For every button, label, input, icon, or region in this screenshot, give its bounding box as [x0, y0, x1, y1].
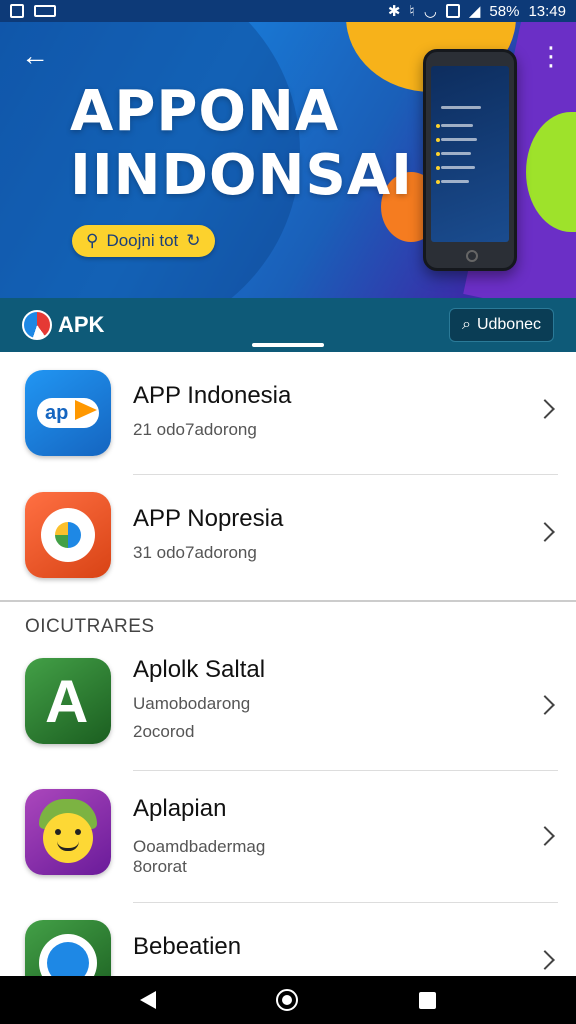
gallery-icon — [10, 4, 24, 18]
download-button[interactable]: ⚲ Doojni tot ↻ — [72, 225, 215, 257]
app-subtitle: 31 odo7adorong — [133, 543, 257, 562]
app-subtitle: Ooamdbadermag — [133, 837, 266, 856]
list-item-bebeatien[interactable]: Bebeatien — [0, 903, 576, 976]
phone-screen — [431, 66, 509, 242]
section-header: OICUTRARES — [25, 616, 155, 637]
chevron-right-icon — [535, 826, 555, 846]
list-item-aplapian[interactable]: Aplapian Ooamdbadermag 8ororat — [0, 771, 576, 901]
status-right: ✱ ♮ ◡ ◢ 58% 13:49 — [387, 2, 566, 21]
chevron-right-icon — [535, 399, 555, 419]
app-indonesia-icon: ap — [25, 370, 111, 456]
notification-icon — [34, 5, 56, 17]
sim-icon — [445, 4, 460, 18]
phone-illustration — [423, 49, 517, 271]
download-label: Doojni tot — [106, 231, 179, 250]
status-left — [10, 4, 56, 18]
app-subtitle-2: 2ocorod — [133, 722, 195, 741]
status-time: 13:49 — [528, 2, 566, 20]
drag-handle[interactable] — [252, 343, 324, 347]
hero-title-line2: IINDONSAI — [70, 143, 414, 208]
wifi-icon: ◡ — [423, 3, 437, 20]
aplolk-saltal-icon: A — [25, 658, 111, 744]
chevron-right-icon — [535, 950, 555, 970]
section-divider — [0, 600, 576, 602]
app-name: Aplapian — [133, 795, 227, 822]
refresh-icon: ↻ — [186, 231, 201, 250]
app-name: Aplolk Saltal — [133, 656, 266, 683]
hero-title: APPONA IINDONSAI — [70, 80, 413, 208]
app-list: ap APP Indonesia 21 odo7adorong APP Nopr… — [0, 352, 576, 976]
hero-banner: ← ⋮ APPONA IINDONSAI ⚲ Doojni tot ↻ — [0, 22, 576, 298]
chevron-right-icon — [535, 522, 555, 542]
app-nopresia-icon — [25, 492, 111, 578]
status-bar: ✱ ♮ ◡ ◢ 58% 13:49 — [0, 0, 576, 22]
brand-label: APK — [58, 312, 105, 337]
app-name: APP Indonesia — [133, 382, 292, 409]
apk-logo-icon — [22, 310, 52, 340]
pin-icon: ⚲ — [86, 231, 99, 250]
app-subtitle: 21 odo7adorong — [133, 420, 257, 439]
nav-back-icon[interactable] — [140, 991, 157, 1009]
search-label: Udbonec — [476, 316, 541, 333]
aplapian-icon — [25, 789, 111, 875]
list-item-app-nopresia[interactable]: APP Nopresia 31 odo7adorong — [0, 475, 576, 599]
app-subtitle: Uamobodarong — [133, 694, 251, 713]
nav-recents-icon[interactable] — [418, 991, 436, 1009]
app-name: Bebeatien — [133, 933, 242, 960]
back-arrow-icon[interactable]: ← — [18, 40, 52, 74]
search-icon: ⌕ — [461, 316, 471, 333]
signal-icon: ◢ — [468, 3, 481, 20]
hero-title-line1: APPONA — [70, 79, 340, 144]
chevron-right-icon — [535, 695, 555, 715]
vibrate-icon: ♮ — [409, 3, 415, 20]
list-item-app-indonesia[interactable]: ap APP Indonesia 21 odo7adorong — [0, 352, 576, 474]
bebeatien-icon — [25, 920, 111, 976]
more-vert-icon[interactable]: ⋮ — [538, 40, 564, 74]
nav-home-icon[interactable] — [276, 989, 299, 1011]
app-name: APP Nopresia — [133, 505, 284, 532]
battery-percent: 58% — [489, 2, 520, 20]
bluetooth-icon: ✱ — [387, 3, 401, 20]
search-button[interactable]: ⌕ Udbonec — [448, 308, 554, 342]
list-item-aplolk-saltal[interactable]: A Aplolk Saltal Uamobodarong 2ocorod — [0, 642, 576, 770]
brand[interactable]: APK — [22, 310, 104, 340]
app-subtitle-2: 8ororat — [133, 857, 187, 876]
navigation-bar — [0, 976, 576, 1024]
